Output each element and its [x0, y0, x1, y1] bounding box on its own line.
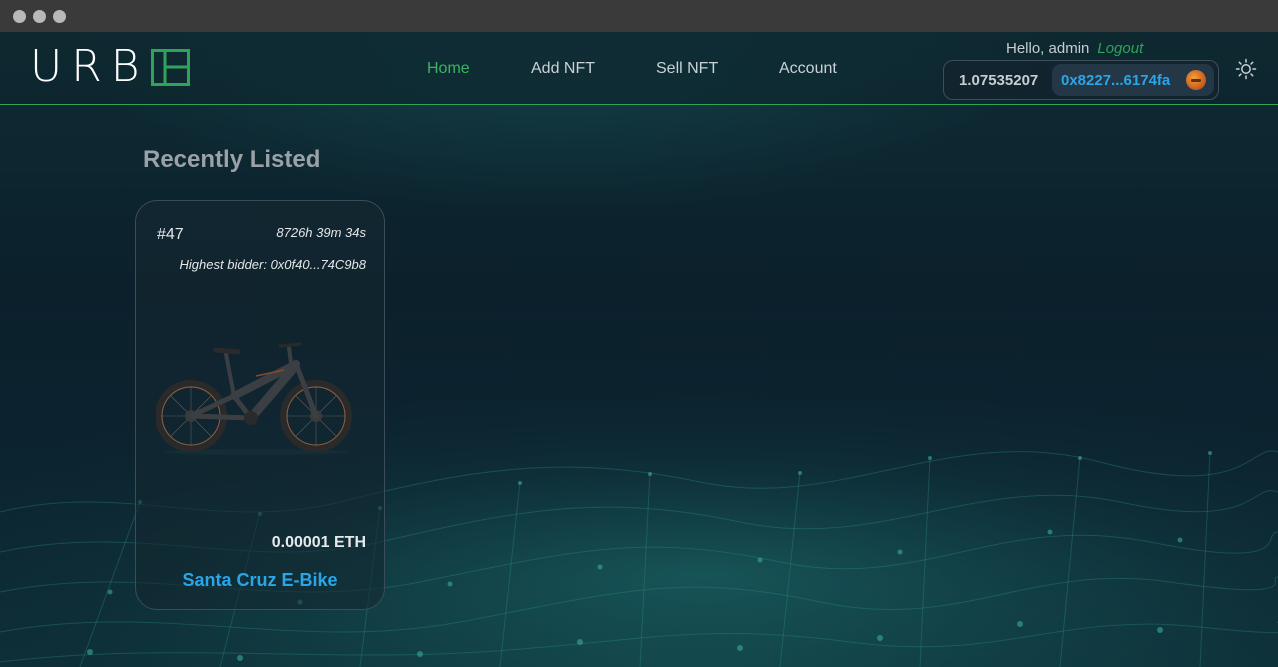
window-minimize-dot[interactable]: [33, 10, 46, 23]
avatar-icon: [1186, 70, 1206, 90]
wallet-address: 0x8227...6174fa: [1061, 72, 1171, 89]
window-maximize-dot[interactable]: [53, 10, 66, 23]
user-greeting: Hello, admin Logout: [1006, 40, 1143, 57]
nav-account[interactable]: Account: [779, 60, 837, 78]
wallet-address-button[interactable]: 0x8227...6174fa: [1052, 64, 1214, 96]
auction-timer: 8726h 39m 34s: [276, 225, 366, 240]
window-titlebar: [0, 0, 1278, 32]
greeting-text: Hello, admin: [1006, 40, 1090, 57]
nft-name-link[interactable]: Santa Cruz E-Bike: [136, 570, 384, 591]
nav-sell-nft[interactable]: Sell NFT: [656, 60, 718, 78]
top-navbar: URB Home Add NFT Sell NFT Account Hello,…: [0, 32, 1278, 105]
nav-add-nft[interactable]: Add NFT: [531, 60, 595, 78]
window-close-dot[interactable]: [13, 10, 26, 23]
logout-link[interactable]: Logout: [1097, 40, 1143, 57]
wallet-balance: 1.07535207: [959, 72, 1039, 89]
sun-icon[interactable]: [1235, 58, 1257, 80]
nft-token-id: #47: [157, 226, 184, 243]
brand-logo-text: URB: [30, 41, 149, 92]
highest-bidder: Highest bidder: 0x0f40...74C9b8: [179, 257, 366, 272]
logo-mark-icon: [150, 48, 190, 86]
wallet-widget[interactable]: 1.07535207 0x8227...6174fa: [943, 60, 1219, 100]
nft-card[interactable]: #47 8726h 39m 34s Highest bidder: 0x0f40…: [135, 200, 385, 610]
brand-logo[interactable]: URB: [30, 41, 190, 92]
section-title: Recently Listed: [143, 146, 321, 173]
page: URB Home Add NFT Sell NFT Account Hello,…: [0, 32, 1278, 667]
nft-image-bike: [156, 342, 352, 455]
nft-price: 0.00001 ETH: [271, 534, 366, 551]
nav-home[interactable]: Home: [427, 60, 470, 78]
